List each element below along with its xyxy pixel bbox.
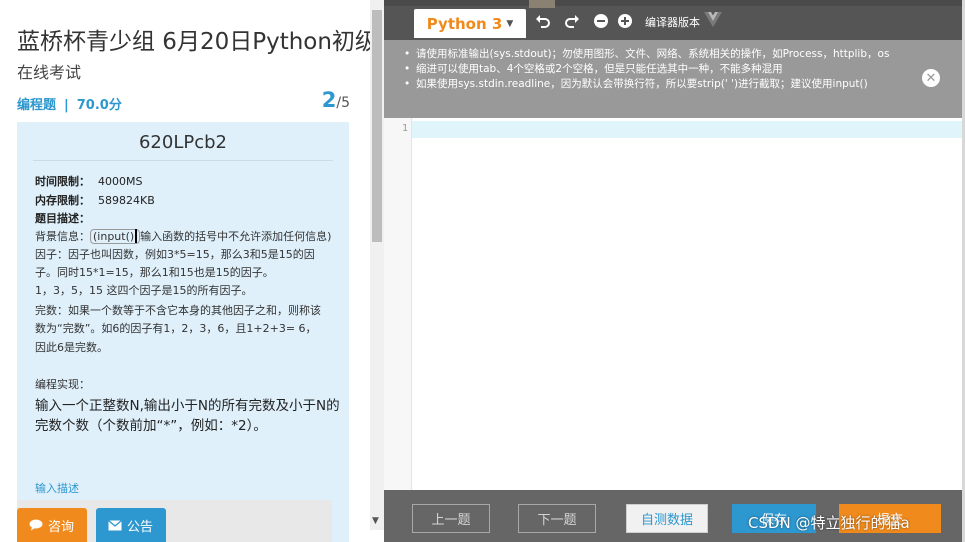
watermark: CSDN @特立独行的猫a [748, 514, 910, 532]
problem-divider [33, 160, 333, 161]
notice-list: 请使用标准输出(sys.stdout)；勿使用图形、文件、网络、系统相关的操作，… [404, 48, 904, 93]
scroll-thumb[interactable] [372, 10, 382, 242]
notice-item: 请使用标准输出(sys.stdout)；勿使用图形、文件、网络、系统相关的操作，… [404, 48, 904, 61]
memory-limit: 内存限制： 589824KB [35, 192, 155, 208]
description-line: 1，3，5，15 这四个因子是15的所有因子。 [35, 284, 253, 297]
question-score: 70.0分 [76, 98, 122, 113]
task-heading: 编程实现： [35, 378, 90, 391]
task-line: 输入一个正整数N,输出小于N的所有完数及小于N的 [35, 398, 340, 414]
line-gutter: 1 [384, 118, 412, 490]
exam-subtitle: 在线考试 [17, 63, 82, 82]
problem-name: 620LPcb2 [138, 132, 227, 153]
input-highlight-text: (input() [93, 230, 135, 243]
description-line: 完数：如果一个数等于不含它本身的其他因子之和，则称该 [35, 304, 321, 317]
question-counter: 2/5 [322, 88, 350, 112]
self-test-button[interactable]: 自测数据 [626, 504, 708, 533]
background-prefix: 背景信息： [35, 230, 90, 243]
redo-icon[interactable] [563, 12, 581, 30]
editor-pane: Python 3▼ 编译器版本 请使用标准输出(sys.stdout)；勿使用图… [384, 0, 965, 542]
notice-button[interactable]: 公告 [96, 508, 166, 542]
undo-icon[interactable] [534, 12, 552, 30]
compiler-version-label[interactable]: 编译器版本 [645, 14, 700, 30]
chat-icon [29, 519, 43, 531]
zoom-in-icon[interactable] [616, 12, 634, 30]
notice-label: 公告 [127, 519, 154, 535]
input-highlight: (input() [90, 229, 141, 244]
problem-card: 620LPcb2 时间限制： 4000MS 内存限制： 589824KB 题目描述：… [17, 122, 349, 542]
current-question-number: 2 [321, 88, 337, 112]
time-limit: 时间限制： 4000MS [35, 173, 142, 189]
notice-panel: 请使用标准输出(sys.stdout)；勿使用图形、文件、网络、系统相关的操作，… [384, 40, 965, 118]
question-meta: 编程题 | 70.0分 [17, 94, 122, 113]
line-number: 1 [401, 123, 408, 134]
editor-toolbar: Python 3 ▼ 编译器版本 [384, 0, 965, 40]
description-line: 数为“完数”。如6的因子有1，2，3，6，且1+2+3= 6， [35, 322, 317, 335]
notice-item: 如果使用sys.stdin.readline，因为默认会带换行符，所以要stri… [404, 78, 904, 91]
problem-scrollbar[interactable] [370, 0, 384, 530]
scroll-down-icon[interactable]: ▼ [372, 516, 379, 526]
meta-separator: | [64, 98, 69, 113]
active-line[interactable] [412, 121, 962, 138]
background-info: 背景信息： (input() 输入函数的括号中不允许添加任何信息) [35, 228, 331, 244]
prev-question-button[interactable]: 上一题 [412, 504, 490, 533]
problem-pane: 蓝桥杯青少组 6月20日Python初级 在线考试 编程题 | 70.0分 2/5 … [0, 0, 370, 542]
memory-limit-value: 589824KB [98, 194, 155, 207]
description-heading: 题目描述： [35, 210, 98, 226]
video-thumbnail [529, 0, 555, 8]
close-icon[interactable]: ✕ [922, 69, 940, 87]
question-type: 编程题 [17, 98, 57, 113]
description-heading-text: 题目描述： [35, 212, 90, 225]
exam-title: 蓝桥杯青少组 6月20日Python初级 [17, 29, 370, 55]
language-select[interactable]: Python 3 ▼ [414, 9, 526, 38]
description-line: 子。同时15*1=15，那么1和15也是15的因子。 [35, 266, 274, 279]
description-line: 因子：因子也叫因数，例如3*5=15，那么3和5是15的因 [35, 248, 315, 261]
chevron-down-icon: ▼ [506, 18, 514, 29]
description-line: 因此6是完数。 [35, 341, 108, 354]
mail-icon [108, 519, 122, 530]
zoom-out-icon[interactable] [592, 12, 610, 30]
code-editor[interactable]: 1 [384, 118, 965, 490]
next-question-button[interactable]: 下一题 [518, 504, 596, 533]
time-limit-value: 4000MS [98, 175, 143, 188]
memory-limit-label: 内存限制： [35, 194, 90, 207]
input-description-link[interactable]: 输入描述 [35, 480, 79, 496]
text-cursor [135, 229, 138, 243]
total-questions: /5 [336, 95, 350, 111]
consult-label: 咨询 [48, 519, 75, 535]
consult-button[interactable]: 咨询 [17, 508, 87, 542]
notice-item: 缩进可以使用tab、4个空格或2个空格，但是只能任选其中一种，不能多种混用 [404, 63, 904, 76]
vue-logo-icon[interactable] [704, 11, 722, 32]
background-suffix: 输入函数的括号中不允许添加任何信息) [140, 230, 332, 243]
language-value: Python 3 [426, 14, 503, 33]
time-limit-label: 时间限制： [35, 175, 90, 188]
task-line: 完数个数（个数前加“*”，例如：*2）。 [35, 418, 267, 434]
toolbar-strip [384, 0, 965, 6]
